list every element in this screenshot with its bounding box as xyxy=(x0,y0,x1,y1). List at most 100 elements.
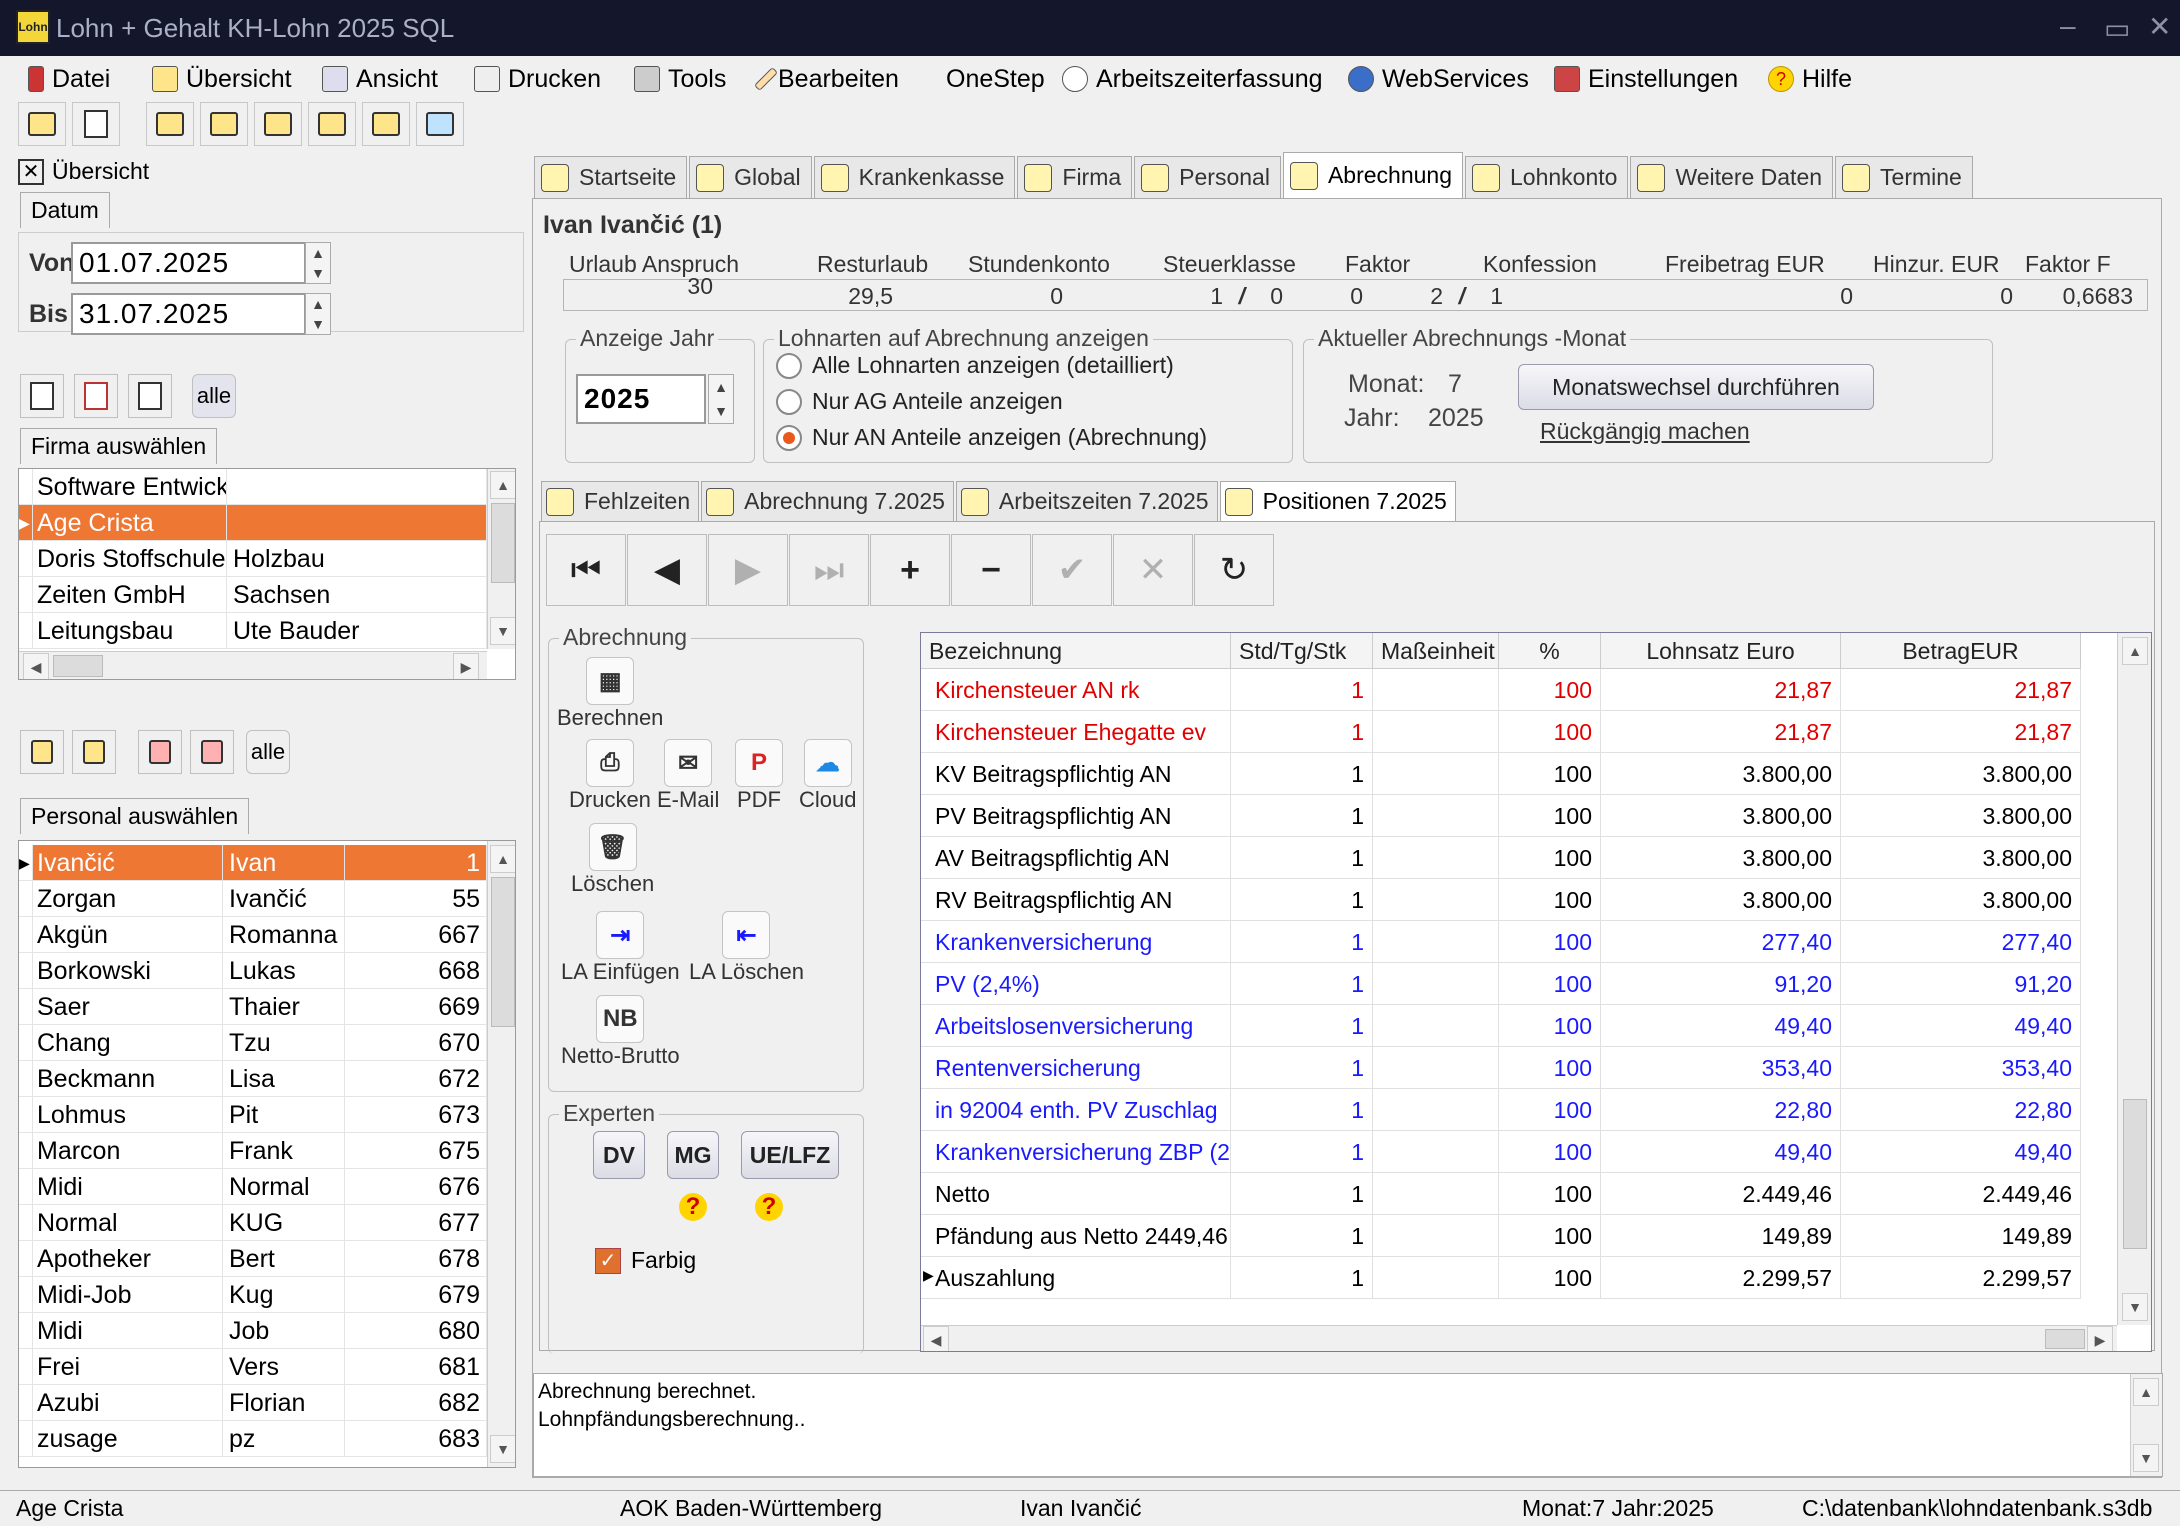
grid-row[interactable]: PV (2,4%) 1 100 91,20 91,20 xyxy=(921,963,2151,1005)
dv-button[interactable]: DV xyxy=(593,1131,645,1179)
person-row[interactable]: Chang Tzu 670 xyxy=(19,1025,487,1061)
grid-cell-satz[interactable]: 2.449,46 xyxy=(1601,1173,1841,1215)
nav-next-button[interactable]: ▶ xyxy=(708,534,788,606)
grid-cell-mass[interactable] xyxy=(1373,837,1499,879)
person-row[interactable]: Borkowski Lukas 668 xyxy=(19,953,487,989)
ue-lfz-button[interactable]: UE/LFZ xyxy=(741,1131,839,1179)
radio-circle[interactable] xyxy=(776,352,802,379)
firm-row[interactable]: Leitungsbau Ute Bauder xyxy=(19,613,487,649)
nav-cancel-button[interactable]: ✕ xyxy=(1113,534,1193,606)
grid-cell-std[interactable]: 1 xyxy=(1231,1047,1373,1089)
nav-first-button[interactable]: ⏮ xyxy=(546,534,626,606)
grid-header-cell[interactable]: Std/Tg/Stk xyxy=(1231,633,1373,669)
grid-cell-std[interactable]: 1 xyxy=(1231,963,1373,1005)
grid-cell-pct[interactable]: 100 xyxy=(1499,669,1601,711)
hscroll-thumb[interactable] xyxy=(53,655,103,677)
grid-cell-pct[interactable]: 100 xyxy=(1499,795,1601,837)
grid-cell-betrag[interactable]: 277,40 xyxy=(1841,921,2081,963)
person-button-3[interactable] xyxy=(138,730,182,774)
tab-krankenkasse[interactable]: Krankenkasse xyxy=(813,156,1016,198)
grid-row[interactable]: Krankenversicherung ZBP (2, 1 100 49,40 49,4… xyxy=(921,1131,2151,1173)
grid-cell-pct[interactable]: 100 xyxy=(1499,837,1601,879)
firm-button-2[interactable] xyxy=(74,374,118,418)
open-folder-button[interactable] xyxy=(146,102,194,146)
grid-cell-pct[interactable]: 100 xyxy=(1499,1173,1601,1215)
grid-cell-bez[interactable]: Netto xyxy=(921,1173,1231,1215)
tab-lohnkonto[interactable]: Lohnkonto xyxy=(1465,156,1629,198)
grid-cell-mass[interactable] xyxy=(1373,1173,1499,1215)
person-row[interactable]: ▶ Ivančić Ivan 1 xyxy=(19,845,487,881)
menu-ansicht[interactable]: Ansicht xyxy=(322,62,438,96)
grid-row[interactable]: Kirchensteuer Ehegatte ev 1 100 21,87 21,87 xyxy=(921,711,2151,753)
report-button[interactable] xyxy=(72,102,120,146)
person-row[interactable]: Marcon Frank 675 xyxy=(19,1133,487,1169)
close-overview-icon[interactable]: ✕ xyxy=(18,158,44,185)
grid-cell-std[interactable]: 1 xyxy=(1231,753,1373,795)
firm-list-hscrollbar[interactable]: ◀ ▶ xyxy=(19,651,487,679)
grid-cell-pct[interactable]: 100 xyxy=(1499,753,1601,795)
grid-row[interactable]: Auszahlung 1 100 2.299,57 2.299,57 ▶ xyxy=(921,1257,2151,1299)
grid-cell-std[interactable]: 1 xyxy=(1231,1257,1373,1299)
person-row[interactable]: zusage pz 683 xyxy=(19,1421,487,1457)
tab-startseite[interactable]: Startseite xyxy=(534,156,688,198)
rueckgaengig-link[interactable]: Rückgängig machen xyxy=(1540,418,1750,445)
grid-cell-betrag[interactable]: 3.800,00 xyxy=(1841,753,2081,795)
scroll-down-icon[interactable]: ▼ xyxy=(490,617,515,645)
cloud-folder-button[interactable] xyxy=(416,102,464,146)
von-date-input[interactable] xyxy=(71,242,306,284)
grid-cell-mass[interactable] xyxy=(1373,879,1499,921)
grid-vscrollbar[interactable]: ▲ ▼ xyxy=(2117,633,2151,1325)
scroll-right-icon[interactable]: ▶ xyxy=(2087,1326,2113,1351)
grid-cell-bez[interactable]: Pfändung aus Netto 2449,46 xyxy=(921,1215,1231,1257)
grid-cell-mass[interactable] xyxy=(1373,1005,1499,1047)
person-row[interactable]: Azubi Florian 682 xyxy=(19,1385,487,1421)
nav-prev-button[interactable]: ◀ xyxy=(627,534,707,606)
grid-cell-pct[interactable]: 100 xyxy=(1499,879,1601,921)
grid-header-cell[interactable]: % xyxy=(1499,633,1601,669)
grid-cell-mass[interactable] xyxy=(1373,963,1499,1005)
bis-date-input[interactable] xyxy=(71,293,306,335)
firm-button-3[interactable] xyxy=(128,374,172,418)
grid-cell-betrag[interactable]: 3.800,00 xyxy=(1841,795,2081,837)
grid-cell-satz[interactable]: 49,40 xyxy=(1601,1131,1841,1173)
loeschen-button[interactable]: 🗑 Löschen xyxy=(571,823,654,897)
grid-row[interactable]: KV Beitragspflichtig AN 1 100 3.800,00 3.800… xyxy=(921,753,2151,795)
scroll-up-icon[interactable]: ▲ xyxy=(490,471,515,499)
grid-cell-betrag[interactable]: 49,40 xyxy=(1841,1131,2081,1173)
maximize-icon[interactable]: ▭ xyxy=(2104,12,2130,45)
grid-cell-mass[interactable] xyxy=(1373,753,1499,795)
grid-cell-pct[interactable]: 100 xyxy=(1499,1257,1601,1299)
grid-cell-betrag[interactable]: 149,89 xyxy=(1841,1215,2081,1257)
grid-cell-satz[interactable]: 49,40 xyxy=(1601,1005,1841,1047)
subtab-3[interactable]: Positionen 7.2025 xyxy=(1219,481,1456,521)
person-row[interactable]: Midi Normal 676 xyxy=(19,1169,487,1205)
log-scrollbar[interactable]: ▲ ▼ xyxy=(2130,1374,2162,1476)
scroll-left-icon[interactable]: ◀ xyxy=(923,1326,949,1351)
grid-cell-std[interactable]: 1 xyxy=(1231,1173,1373,1215)
person-button-2[interactable] xyxy=(72,730,116,774)
nav-last-button[interactable]: ⏭ xyxy=(789,534,869,606)
grid-cell-pct[interactable]: 100 xyxy=(1499,963,1601,1005)
grid-cell-mass[interactable] xyxy=(1373,669,1499,711)
person-list-scrollbar[interactable]: ▲ ▼ xyxy=(487,841,515,1467)
grid-row[interactable]: Netto 1 100 2.449,46 2.449,46 xyxy=(921,1173,2151,1215)
grid-row[interactable]: AV Beitragspflichtig AN 1 100 3.800,00 3.800… xyxy=(921,837,2151,879)
la-loeschen-button[interactable]: ⇤ LA Löschen xyxy=(689,911,804,985)
folder-5-button[interactable] xyxy=(362,102,410,146)
grid-header-cell[interactable]: Bezeichnung xyxy=(921,633,1231,669)
tab-personal[interactable]: Personal xyxy=(1134,156,1281,198)
menu-bearbeiten[interactable]: Bearbeiten xyxy=(753,62,899,96)
grid-cell-bez[interactable]: Arbeitslosenversicherung xyxy=(921,1005,1231,1047)
grid-row[interactable]: Krankenversicherung 1 100 277,40 277,40 xyxy=(921,921,2151,963)
firm-list-scrollbar[interactable]: ▲ ▼ xyxy=(487,469,515,649)
drucken-button[interactable]: ⎙ Drucken xyxy=(569,739,651,813)
grid-cell-pct[interactable]: 100 xyxy=(1499,1047,1601,1089)
grid-row[interactable]: Rentenversicherung 1 100 353,40 353,40 xyxy=(921,1047,2151,1089)
person-row[interactable]: Lohmus Pit 673 xyxy=(19,1097,487,1133)
grid-cell-bez[interactable]: Rentenversicherung xyxy=(921,1047,1231,1089)
folder-2-button[interactable] xyxy=(200,102,248,146)
person-row[interactable]: Beckmann Lisa 672 xyxy=(19,1061,487,1097)
menu-datei[interactable]: Datei xyxy=(28,62,110,96)
tab-termine[interactable]: Termine xyxy=(1835,156,1973,198)
tab-firma[interactable]: Firma xyxy=(1017,156,1133,198)
